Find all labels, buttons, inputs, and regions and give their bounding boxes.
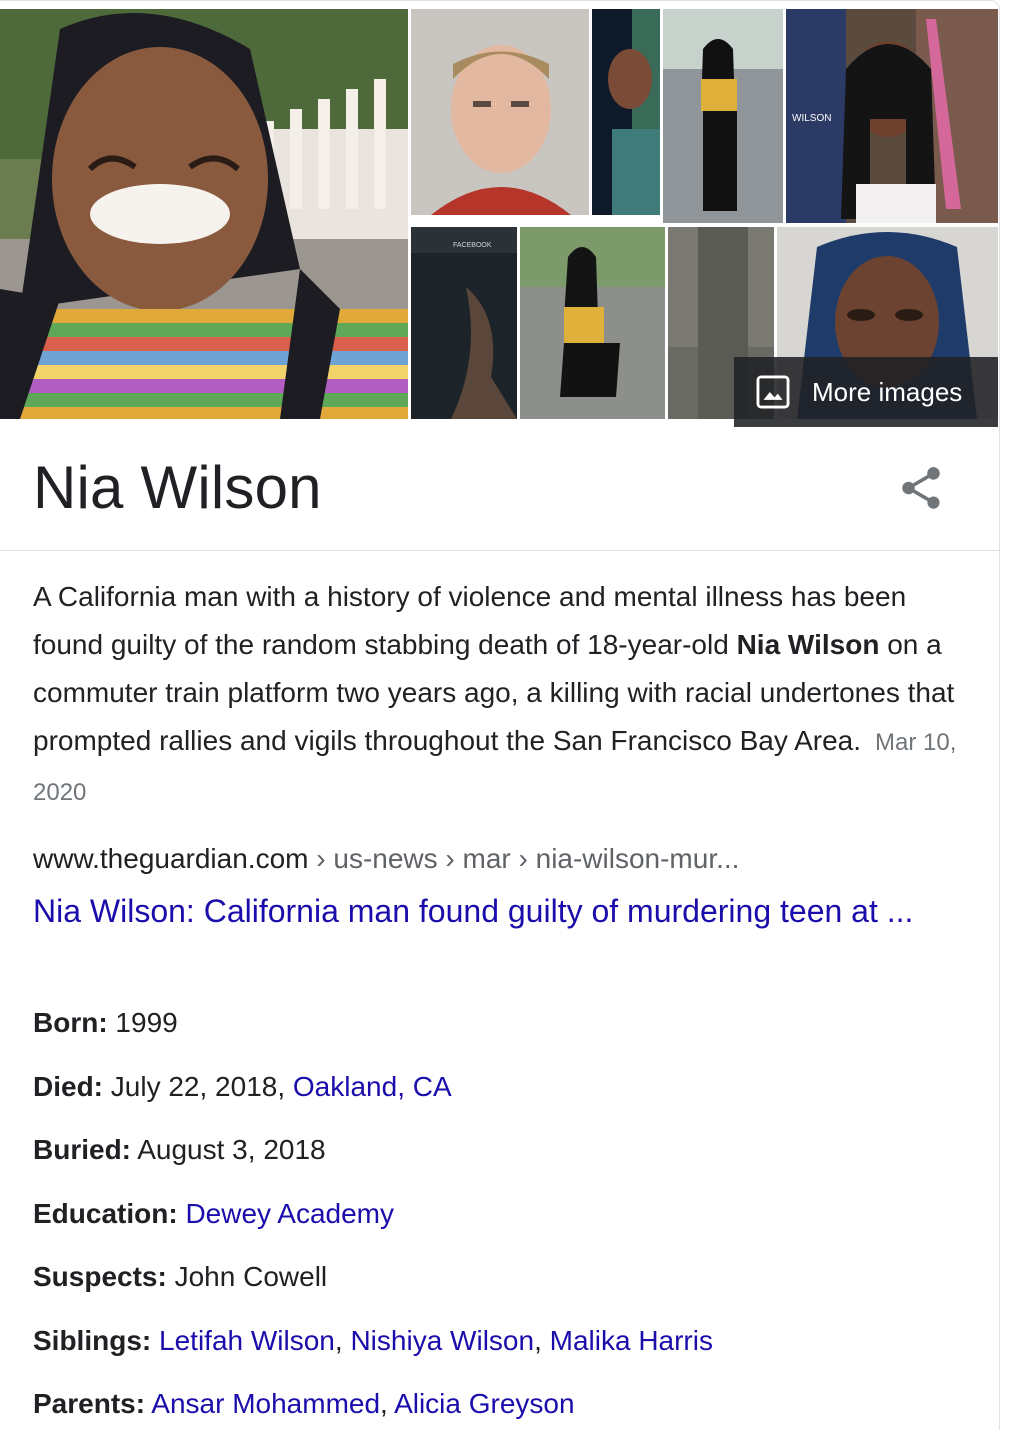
description-bold: Nia Wilson xyxy=(736,629,880,660)
fact-separator: , xyxy=(380,1388,395,1419)
gallery-image-6[interactable]: FACEBOOK xyxy=(411,227,517,419)
title-header: Nia Wilson xyxy=(0,419,999,551)
fact-siblings: Siblings: Letifah Wilson, Nishiya Wilson… xyxy=(33,1319,993,1383)
facts-list: Born: 1999 Died: July 22, 2018, Oakland,… xyxy=(33,1001,993,1430)
source-result-link[interactable]: Nia Wilson: California man found guilty … xyxy=(33,887,983,935)
fact-separator: , xyxy=(534,1324,550,1356)
fact-sibling-link[interactable]: Nishiya Wilson xyxy=(350,1325,534,1356)
more-images-label: More images xyxy=(812,376,963,407)
fact-died-key: Died: xyxy=(33,1070,103,1102)
gallery-image-7[interactable] xyxy=(520,227,665,419)
entity-title: Nia Wilson xyxy=(33,454,322,521)
fact-education: Education: Dewey Academy xyxy=(33,1192,993,1256)
knowledge-panel: WILSON FACEBOOK More images Nia Wilson A… xyxy=(0,0,1000,1430)
description: A California man with a history of viole… xyxy=(33,573,973,817)
fact-suspects-value: John Cowell xyxy=(166,1261,328,1292)
fact-buried-value: August 3, 2018 xyxy=(131,1134,326,1165)
fact-separator: , xyxy=(334,1324,351,1356)
source-domain: www.theguardian.com xyxy=(33,843,309,874)
gallery-image-4[interactable] xyxy=(663,9,783,223)
fact-suspects: Suspects: John Cowell xyxy=(33,1255,993,1319)
fact-died-place-link[interactable]: Oakland, CA xyxy=(293,1071,452,1102)
tile-caption-wilson: WILSON xyxy=(792,113,831,124)
fact-suspects-key: Suspects: xyxy=(33,1261,167,1292)
more-images-button[interactable]: More images xyxy=(734,357,998,427)
fact-born-value: 1999 xyxy=(107,1007,178,1038)
fact-siblings-key: Siblings: xyxy=(33,1324,152,1356)
fact-died-value: July 22, 2018, xyxy=(103,1070,293,1102)
fact-sibling-link[interactable]: Malika Harris xyxy=(550,1325,713,1356)
fact-born-key: Born: xyxy=(33,1007,108,1038)
fact-parents: Parents: Ansar Mohammed, Alicia Greyson xyxy=(33,1382,993,1430)
fact-education-key: Education: xyxy=(33,1197,178,1229)
fact-parent-link[interactable]: Ansar Mohammed xyxy=(151,1388,380,1419)
share-icon[interactable] xyxy=(896,463,946,513)
fact-parent-link[interactable]: Alicia Greyson xyxy=(394,1388,575,1419)
fact-buried-key: Buried: xyxy=(33,1134,131,1165)
image-icon xyxy=(756,375,790,409)
tile-caption-facebook: FACEBOOK xyxy=(453,242,492,249)
fact-parents-key: Parents: xyxy=(33,1388,146,1419)
fact-died: Died: July 22, 2018, Oakland, CA xyxy=(33,1065,993,1129)
gallery-image-3[interactable] xyxy=(592,9,660,215)
fact-born: Born: 1999 xyxy=(33,1001,993,1065)
gallery-image-2[interactable] xyxy=(411,9,589,215)
fact-education-link[interactable]: Dewey Academy xyxy=(185,1198,394,1229)
fact-sibling-link[interactable]: Letifah Wilson xyxy=(159,1325,335,1356)
source-crumbs: › us-news › mar › nia-wilson-mur... xyxy=(308,843,740,874)
image-gallery: WILSON FACEBOOK More images xyxy=(0,9,999,427)
gallery-image-main[interactable] xyxy=(0,9,408,419)
fact-buried: Buried: August 3, 2018 xyxy=(33,1128,993,1192)
source-breadcrumb: www.theguardian.com › us-news › mar › ni… xyxy=(33,843,739,875)
gallery-image-5[interactable]: WILSON xyxy=(786,9,998,223)
